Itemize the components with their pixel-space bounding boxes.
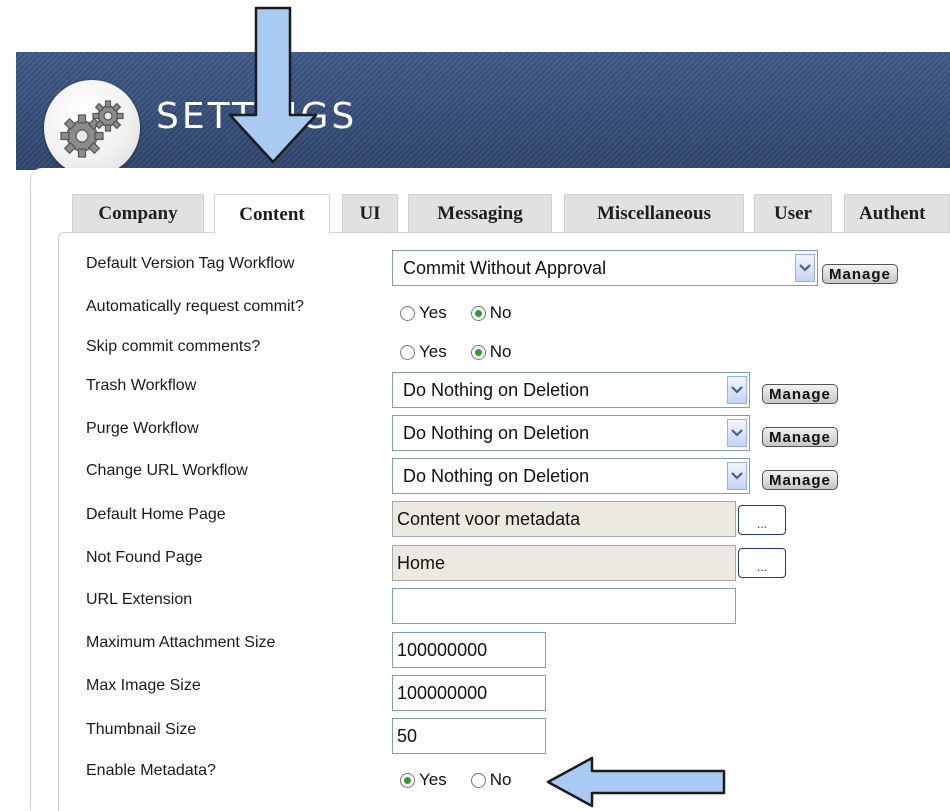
annotation-overlay (228, 6, 726, 808)
left-arrow-icon (546, 756, 726, 808)
down-arrow-icon (228, 6, 318, 164)
tab-content[interactable]: Content (214, 194, 330, 234)
